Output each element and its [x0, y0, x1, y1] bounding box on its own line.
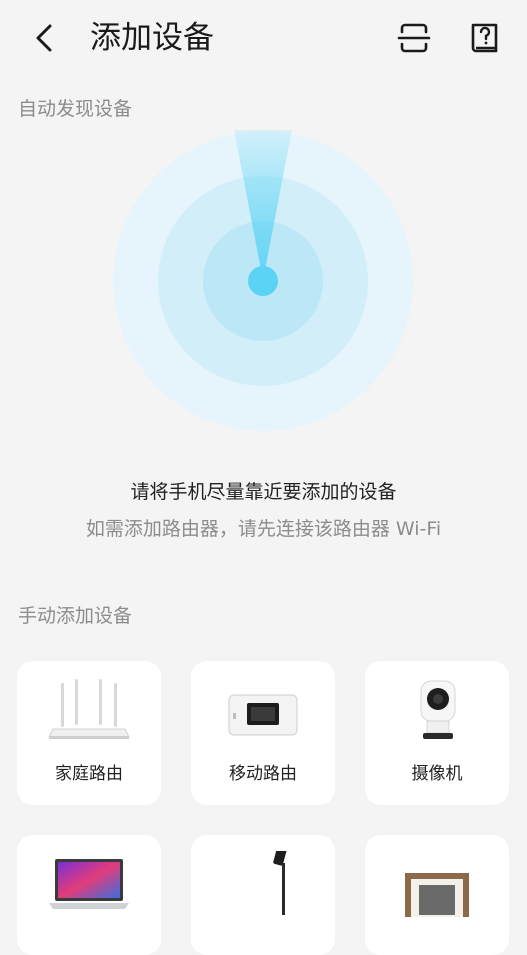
help-button[interactable]	[467, 20, 503, 56]
router-wifi-tip: 如需添加路由器，请先连接该路由器 Wi-Fi	[85, 518, 442, 540]
device-card-home-router[interactable]: 家庭路由	[17, 661, 161, 805]
desk-lamp-icon	[273, 851, 287, 915]
scan-button[interactable]	[396, 20, 432, 56]
camera-icon	[420, 680, 456, 739]
home-router-icon	[48, 679, 130, 739]
device-label: 摄像机	[411, 764, 463, 784]
laptop-icon	[49, 859, 129, 909]
device-label: 移动路由	[229, 764, 297, 784]
back-button[interactable]	[28, 20, 64, 56]
header-bar: 添加设备	[0, 0, 527, 80]
scan-icon	[397, 23, 431, 53]
photo-frame-icon	[405, 873, 469, 917]
manual-add-label: 手动添加设备	[18, 605, 133, 627]
proximity-tip: 请将手机尽量靠近要添加的设备	[130, 481, 397, 503]
help-book-icon	[471, 23, 498, 53]
device-card-laptop[interactable]	[17, 835, 161, 955]
chevron-left-icon	[36, 24, 52, 52]
device-card-photo-frame[interactable]	[365, 835, 509, 955]
radar-center-dot	[248, 266, 278, 296]
device-card-desk-lamp[interactable]	[191, 835, 335, 955]
radar-scan-animation	[113, 130, 413, 431]
device-card-mobile-router[interactable]: 移动路由	[191, 661, 335, 805]
auto-discovery-label: 自动发现设备	[18, 98, 133, 120]
device-label: 家庭路由	[55, 764, 123, 784]
page-title: 添加设备	[90, 20, 214, 56]
device-card-camera[interactable]: 摄像机	[365, 661, 509, 805]
mobile-router-icon	[228, 694, 298, 736]
